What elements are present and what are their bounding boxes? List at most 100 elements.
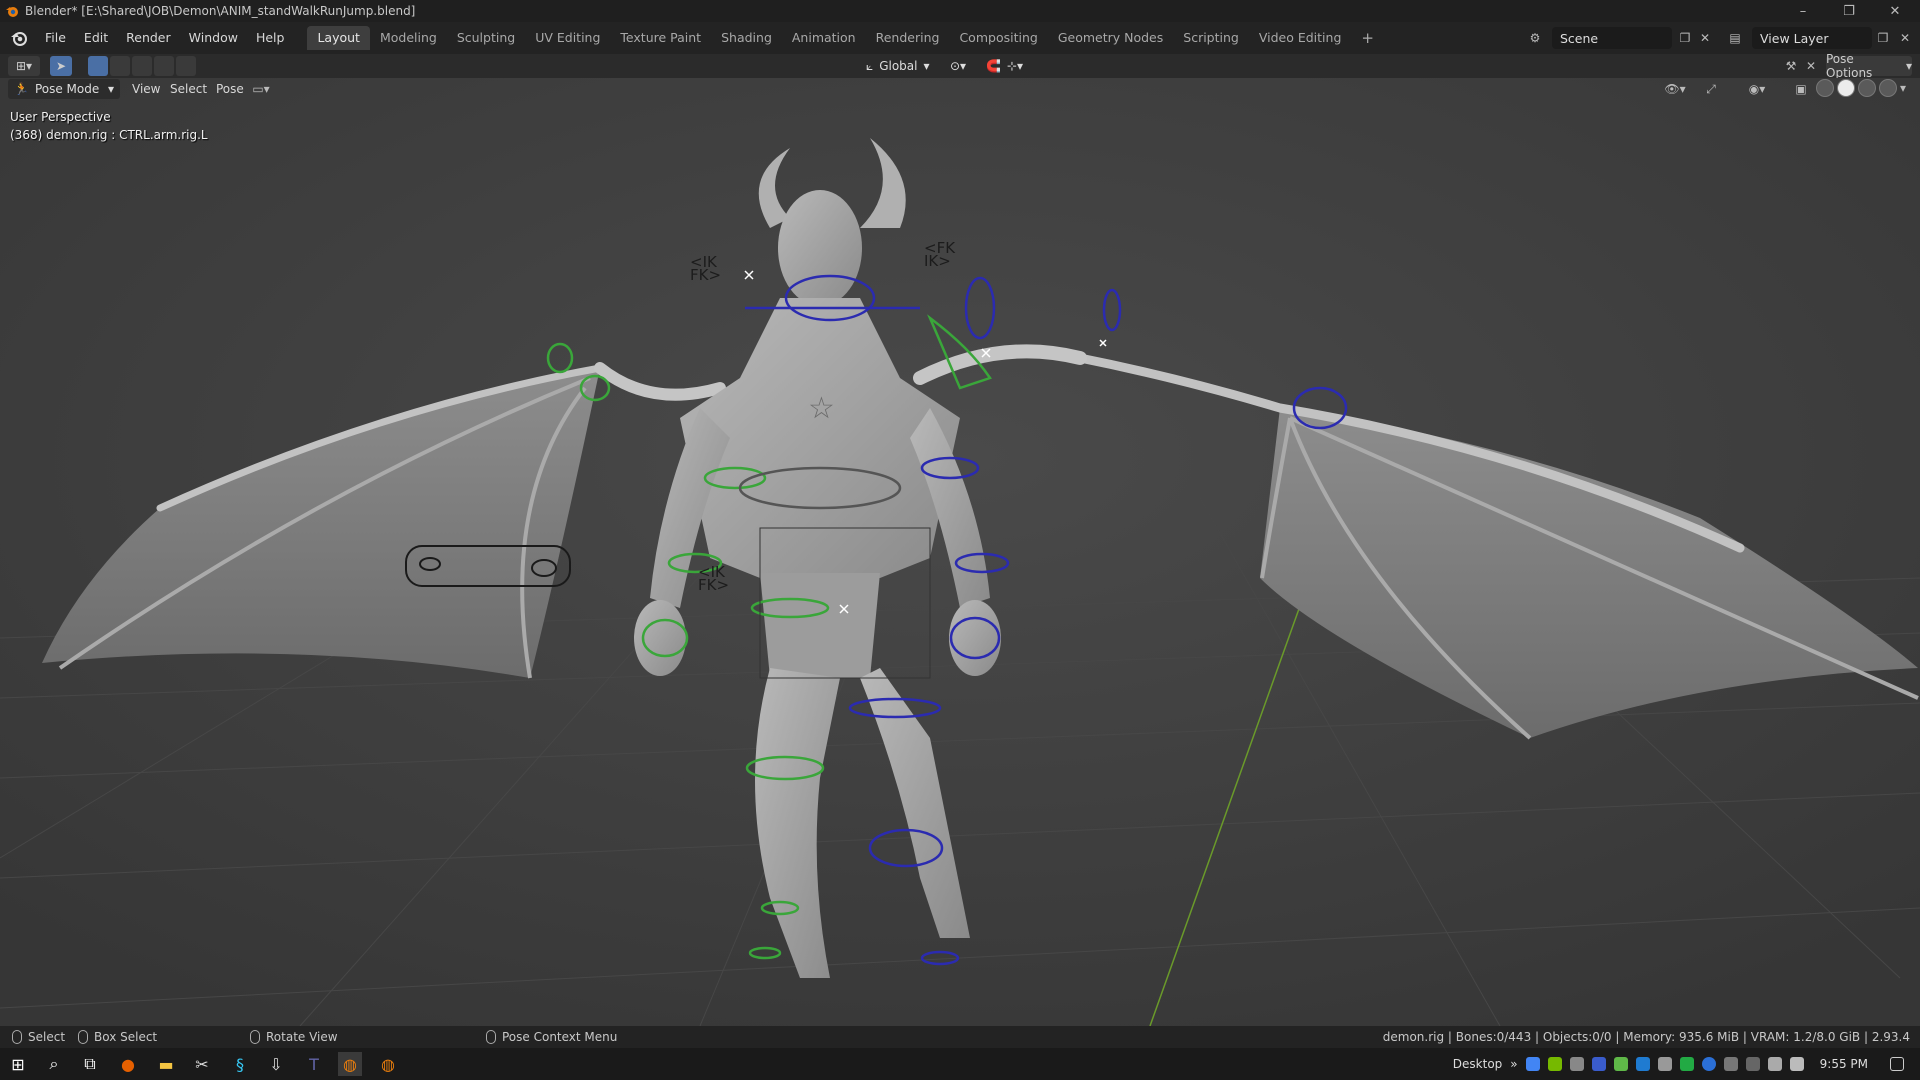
svg-text:☆: ☆ xyxy=(808,391,835,426)
green-app-icon[interactable] xyxy=(1679,1057,1694,1071)
add-workspace-button[interactable]: + xyxy=(1351,26,1384,50)
snipping-tool-icon[interactable]: ✂ xyxy=(190,1052,214,1076)
tab-animation[interactable]: Animation xyxy=(782,26,866,50)
blender-icon[interactable]: ◍ xyxy=(376,1052,400,1076)
viewport-menu-select[interactable]: Select xyxy=(164,80,213,98)
top-bar: File Edit Render Window Help Layout Mode… xyxy=(0,22,1920,54)
minimize-button[interactable]: – xyxy=(1780,0,1826,22)
select-extend-icon[interactable] xyxy=(110,56,130,76)
auto-normalize-icon[interactable]: ⚒ xyxy=(1780,55,1802,77)
wireframe-shading-icon[interactable] xyxy=(1816,79,1834,97)
tab-sculpting[interactable]: Sculpting xyxy=(447,26,525,50)
select-intersect-icon[interactable] xyxy=(176,56,196,76)
3d-viewport[interactable]: ☆ <IK FK> <FK IK> <IK FK> 🏃 Pose Mode ▾ … xyxy=(0,78,1920,1026)
new-scene-icon[interactable]: ❐ xyxy=(1674,27,1696,49)
menu-render[interactable]: Render xyxy=(117,26,180,50)
pose-options-dropdown[interactable]: Pose Options ▾ xyxy=(1826,52,1912,80)
mouse-right-icon xyxy=(486,1030,496,1044)
chevron-down-icon[interactable]: ▾ xyxy=(1900,81,1906,95)
network-icon[interactable] xyxy=(1723,1057,1738,1071)
select-new-icon[interactable] xyxy=(88,56,108,76)
gizmo-icon[interactable]: ⤢ xyxy=(1700,78,1722,100)
xray-icon[interactable]: ▣ xyxy=(1790,78,1812,100)
select-subtract-icon[interactable] xyxy=(132,56,152,76)
overlays-icon[interactable]: ◉▾ xyxy=(1746,78,1768,100)
x-mirror-icon[interactable]: ✕ xyxy=(1800,55,1822,77)
menu-edit[interactable]: Edit xyxy=(75,26,117,50)
blender-menu-icon[interactable] xyxy=(10,29,28,47)
teams-icon[interactable]: T xyxy=(302,1052,326,1076)
windows-start-icon[interactable]: ⊞ xyxy=(6,1052,30,1076)
pivot-point-dropdown[interactable]: ⊙▾ xyxy=(950,56,966,76)
menu-help[interactable]: Help xyxy=(247,26,294,50)
scene-name-field[interactable]: Scene xyxy=(1552,27,1672,49)
app-tray-icon[interactable] xyxy=(1613,1057,1628,1071)
maximize-button[interactable]: ❐ xyxy=(1826,0,1872,22)
downloads-icon[interactable]: ⇩ xyxy=(264,1052,288,1076)
mail-icon[interactable] xyxy=(1591,1057,1606,1071)
windows-security-icon[interactable] xyxy=(1767,1057,1782,1071)
ik-fk-label-hand: <IK FK> xyxy=(698,563,730,594)
blender-tray-icon[interactable] xyxy=(1569,1057,1584,1071)
editor-type-icon[interactable]: ⊞▾ xyxy=(8,56,40,76)
desktop-toolbar-label[interactable]: Desktop xyxy=(1453,1057,1503,1071)
file-explorer-icon[interactable]: ▬ xyxy=(154,1052,178,1076)
ik-fk-label-left: <IK FK> xyxy=(690,253,722,284)
view-layer-selector-icon[interactable]: ▤ xyxy=(1724,27,1746,49)
pen-icon[interactable] xyxy=(1657,1057,1672,1071)
select-tool-icon[interactable]: ➤ xyxy=(50,56,72,76)
tab-uv-editing[interactable]: UV Editing xyxy=(525,26,610,50)
task-view-icon[interactable]: ⧉ xyxy=(78,1052,102,1076)
transform-orientation[interactable]: ⟀ Global ▾ xyxy=(866,56,930,76)
clock[interactable]: 9:55 PM xyxy=(1820,1057,1868,1071)
view-layer-field[interactable]: View Layer xyxy=(1752,27,1872,49)
tab-modeling[interactable]: Modeling xyxy=(370,26,447,50)
tab-geometry-nodes[interactable]: Geometry Nodes xyxy=(1048,26,1173,50)
status-context-menu: Pose Context Menu xyxy=(486,1030,617,1044)
speaker-icon[interactable] xyxy=(1789,1057,1804,1071)
snap-toggle[interactable]: 🧲 ⊹▾ xyxy=(986,56,1023,76)
display-icon[interactable] xyxy=(1745,1057,1760,1071)
tab-compositing[interactable]: Compositing xyxy=(949,26,1047,50)
delete-scene-icon[interactable]: ✕ xyxy=(1694,27,1716,49)
active-bone-info: (368) demon.rig : CTRL.arm.rig.L xyxy=(10,128,208,142)
rendered-shading-icon[interactable] xyxy=(1879,79,1897,97)
search-icon[interactable]: ⌕ xyxy=(42,1052,66,1076)
tab-layout[interactable]: Layout xyxy=(307,26,370,50)
notifications-icon[interactable] xyxy=(1890,1057,1904,1071)
delete-view-layer-icon[interactable]: ✕ xyxy=(1894,27,1916,49)
window-title: Blender* [E:\Shared\JOB\Demon\ANIM_stand… xyxy=(25,4,416,18)
blender-active-icon[interactable]: ◍ xyxy=(338,1052,362,1076)
tab-scripting[interactable]: Scripting xyxy=(1173,26,1249,50)
google-drive-icon[interactable] xyxy=(1525,1057,1540,1071)
tab-shading[interactable]: Shading xyxy=(711,26,782,50)
app-s-icon[interactable]: § xyxy=(228,1052,252,1076)
interaction-mode-dropdown[interactable]: 🏃 Pose Mode ▾ xyxy=(8,79,120,99)
select-invert-icon[interactable] xyxy=(154,56,174,76)
scene-selector-icon[interactable]: ⚙ xyxy=(1524,27,1546,49)
pose-library-icon[interactable]: ▭▾ xyxy=(250,78,272,100)
viewport-menu-pose[interactable]: Pose xyxy=(210,80,250,98)
orientation-label: Global xyxy=(879,59,918,73)
windows-taskbar: ⊞ ⌕ ⧉ ● ▬ ✂ § ⇩ T ◍ ◍ Desktop » 9:55 PM xyxy=(0,1048,1920,1080)
viewport-menu-view[interactable]: View xyxy=(126,80,166,98)
tab-video-editing[interactable]: Video Editing xyxy=(1249,26,1352,50)
orientation-icon: ⟀ xyxy=(866,58,874,73)
scene-statistics: demon.rig | Bones:0/443 | Objects:0/0 | … xyxy=(1382,1030,1910,1044)
close-window-button[interactable]: ✕ xyxy=(1872,0,1918,22)
mouse-left-icon xyxy=(12,1030,22,1044)
tab-texture-paint[interactable]: Texture Paint xyxy=(610,26,711,50)
menu-file[interactable]: File xyxy=(36,26,75,50)
toolbar-overflow-icon[interactable]: » xyxy=(1510,1057,1517,1071)
onedrive-icon[interactable] xyxy=(1635,1057,1650,1071)
material-preview-icon[interactable] xyxy=(1858,79,1876,97)
new-view-layer-icon[interactable]: ❐ xyxy=(1872,27,1894,49)
nvidia-icon[interactable] xyxy=(1547,1057,1562,1071)
circle-app-icon[interactable] xyxy=(1701,1057,1716,1071)
firefox-icon[interactable]: ● xyxy=(116,1052,140,1076)
visibility-icon[interactable]: 👁▾ xyxy=(1664,78,1686,100)
solid-shading-icon[interactable] xyxy=(1837,79,1855,97)
tab-rendering[interactable]: Rendering xyxy=(866,26,950,50)
scene-name: Scene xyxy=(1560,30,1599,46)
menu-window[interactable]: Window xyxy=(180,26,247,50)
